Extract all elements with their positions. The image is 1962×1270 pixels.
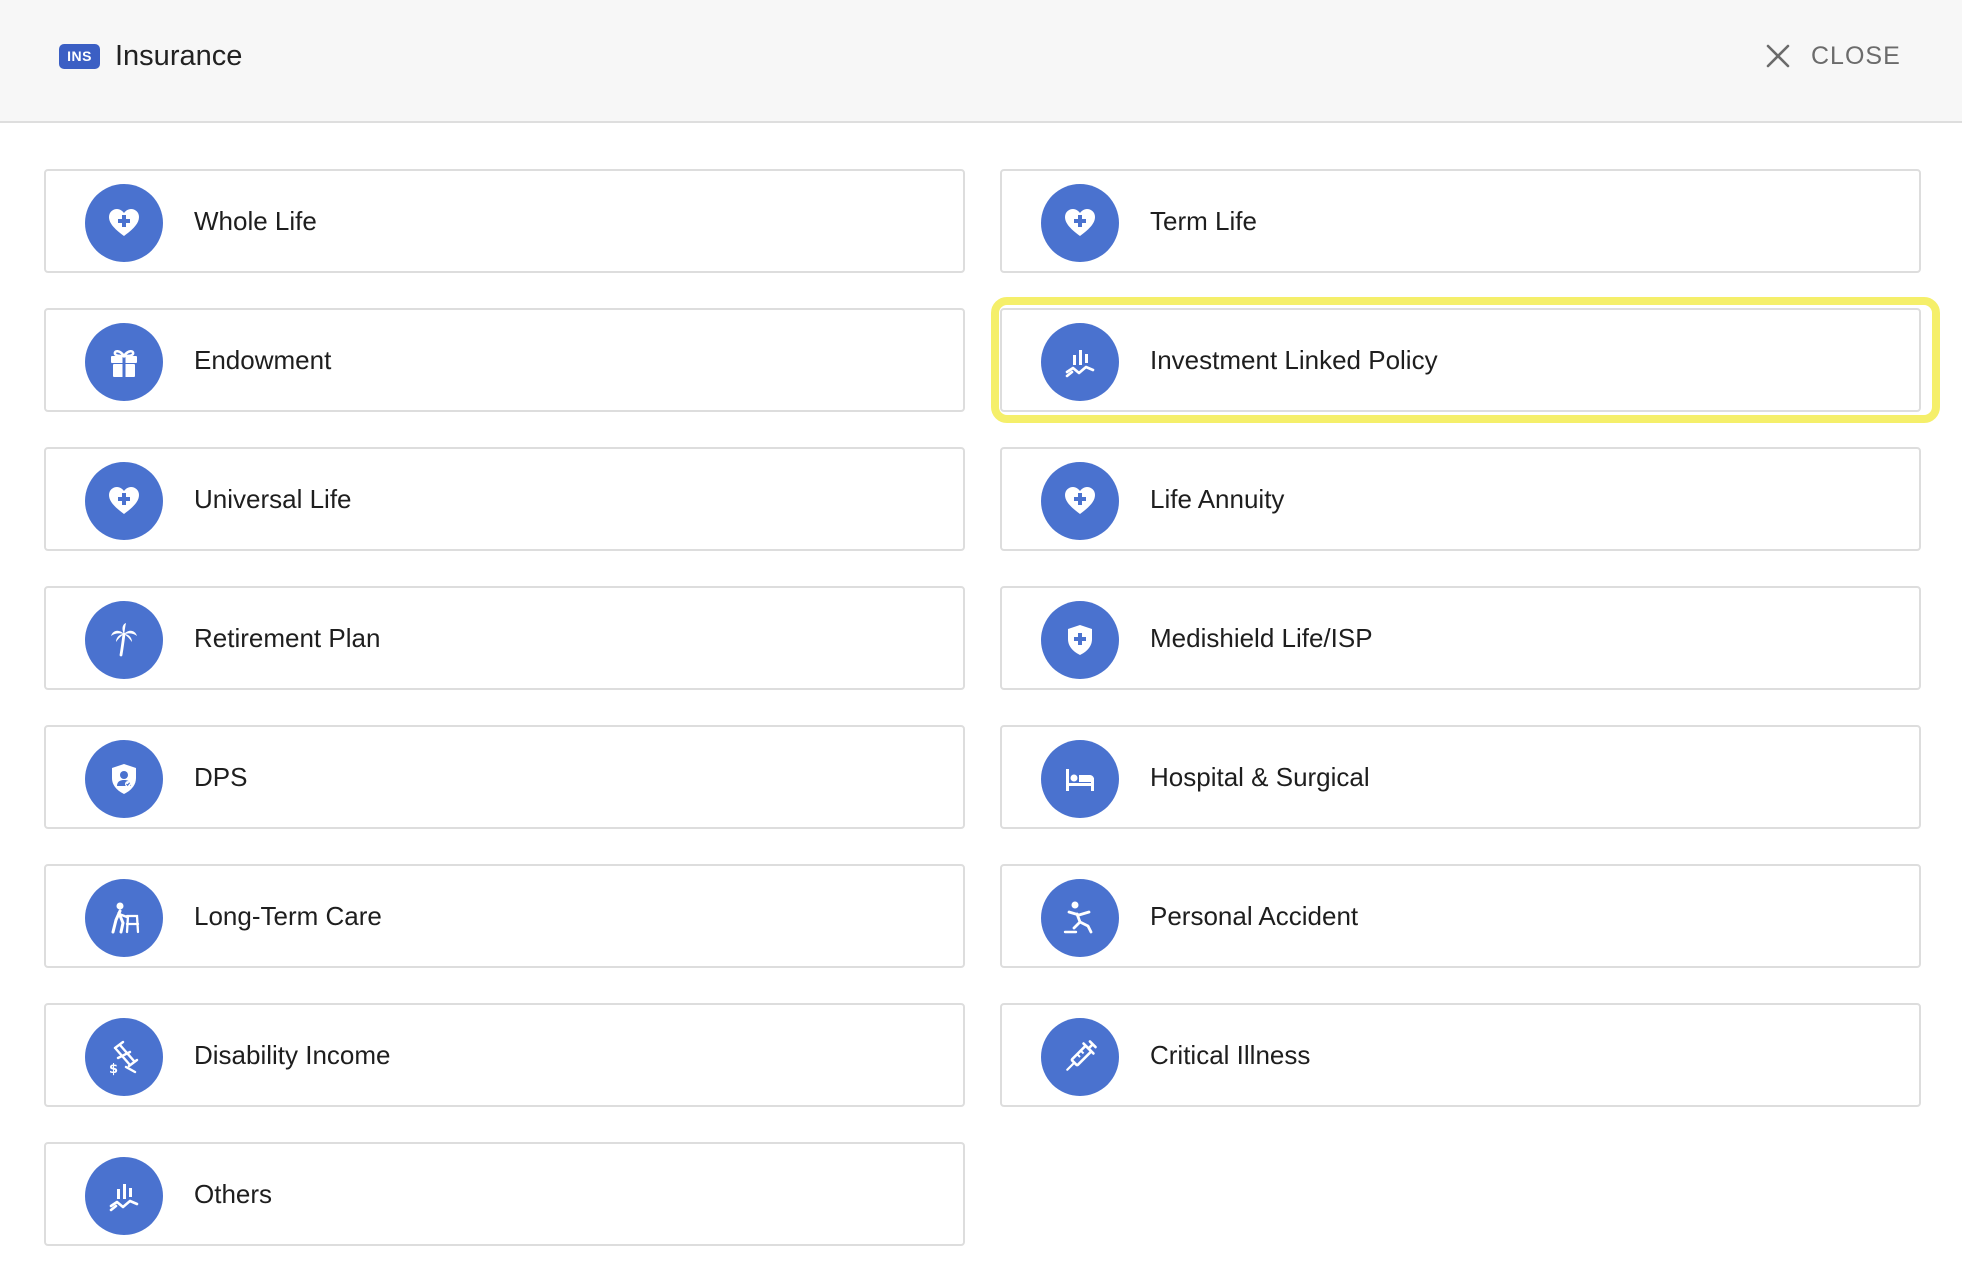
insurance-option-others[interactable]: Others: [44, 1142, 965, 1246]
insurance-option-term-life[interactable]: Term Life: [1000, 169, 1921, 273]
insurance-option-critical-illness[interactable]: Critical Illness: [1000, 1003, 1921, 1107]
insurance-option-hospital-and-surgical[interactable]: Hospital & Surgical: [1000, 725, 1921, 829]
heart-plus-icon: [109, 209, 139, 236]
icon-badge: [85, 184, 163, 262]
insurance-option-investment-linked-policy[interactable]: Investment Linked Policy: [1000, 308, 1921, 412]
option-label: DPS: [194, 762, 248, 792]
shield-person-icon: [112, 764, 136, 794]
icon-badge: [85, 879, 163, 957]
insurance-option-long-term-care[interactable]: Long-Term Care: [44, 864, 965, 968]
heart-plus-icon: [1065, 487, 1095, 514]
insurance-option-medishield-life-isp[interactable]: Medishield Life/ISP: [1000, 586, 1921, 690]
chart-trend-icon: [109, 1184, 139, 1212]
insurance-badge: INS: [59, 44, 100, 69]
option-label: Personal Accident: [1150, 901, 1359, 931]
insurance-option-life-annuity[interactable]: Life Annuity: [1000, 447, 1921, 551]
icon-badge: $: [85, 1018, 163, 1096]
insurance-option-whole-life[interactable]: Whole Life: [44, 169, 965, 273]
icon-badge: [1041, 740, 1119, 818]
insurance-option-personal-accident[interactable]: Personal Accident: [1000, 864, 1921, 968]
insurance-option-disability-income[interactable]: $ Disability Income: [44, 1003, 965, 1107]
chart-trend-icon: [1065, 350, 1095, 378]
option-label: Investment Linked Policy: [1150, 345, 1438, 375]
close-label: CLOSE: [1811, 41, 1901, 70]
option-label: Whole Life: [194, 206, 317, 236]
option-label: Long-Term Care: [194, 901, 382, 931]
insurance-option-dps[interactable]: DPS: [44, 725, 965, 829]
icon-badge: [1041, 601, 1119, 679]
close-icon: [1766, 44, 1790, 68]
option-label: Term Life: [1150, 206, 1257, 236]
modal-title: Insurance: [115, 40, 243, 72]
icon-badge: [1041, 879, 1119, 957]
icon-badge: [1041, 323, 1119, 401]
option-label: Medishield Life/ISP: [1150, 623, 1373, 653]
insurance-option-endowment[interactable]: Endowment: [44, 308, 965, 412]
modal-header: INS Insurance CLOSE: [0, 0, 1962, 123]
option-label: Others: [194, 1179, 273, 1209]
gift-icon: [111, 350, 137, 377]
icon-badge: [85, 740, 163, 818]
close-button[interactable]: CLOSE: [1765, 36, 1901, 76]
icon-badge: [1041, 1018, 1119, 1096]
option-label: Universal Life: [194, 484, 352, 514]
insurance-option-universal-life[interactable]: Universal Life: [44, 447, 965, 551]
option-label: Hospital & Surgical: [1150, 762, 1370, 792]
shield-plus-icon: [1068, 625, 1092, 655]
palm-tree-icon: [111, 623, 137, 657]
icon-badge: [1041, 184, 1119, 262]
hospital-bed-icon: [1066, 769, 1094, 791]
elderly-walker-icon: [111, 902, 140, 934]
option-label: Critical Illness: [1150, 1040, 1311, 1070]
option-label: Disability Income: [194, 1040, 391, 1070]
icon-badge: [85, 462, 163, 540]
person-falling-icon: [1063, 901, 1093, 934]
icon-badge: [85, 323, 163, 401]
svg-text:$: $: [109, 1062, 118, 1077]
heart-plus-icon: [1065, 209, 1095, 236]
icon-badge: [85, 1157, 163, 1235]
heart-plus-icon: [109, 487, 139, 514]
syringe-icon: [1066, 1040, 1097, 1071]
icon-badge: [1041, 462, 1119, 540]
option-label: Endowment: [194, 345, 332, 375]
option-label: Retirement Plan: [194, 623, 381, 653]
crutch-dollar-icon: $: [109, 1040, 139, 1077]
option-label: Life Annuity: [1150, 484, 1285, 514]
icon-badge: [85, 601, 163, 679]
insurance-option-retirement-plan[interactable]: Retirement Plan: [44, 586, 965, 690]
